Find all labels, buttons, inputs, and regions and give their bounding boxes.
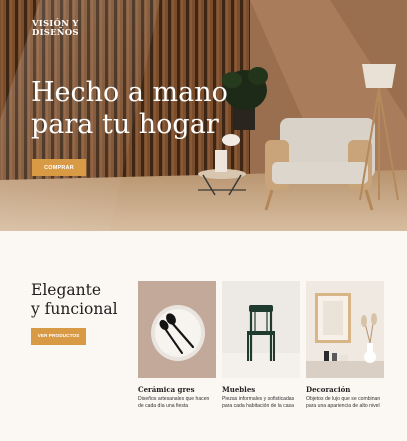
product-description-line-1: Piezas informales y sofisticadas <box>222 396 295 402</box>
product-name: Cerámica gres <box>138 385 195 394</box>
product-card-furniture[interactable]: Muebles Piezas informales y sofisticadas… <box>222 281 300 409</box>
feature-title-line-2: y funcional <box>31 300 118 318</box>
product-description-line-1: Objetos de lujo que se combinan <box>306 396 381 402</box>
product-card-ceramics[interactable]: Cerámica gres Diseños artesanales que ha… <box>138 281 216 409</box>
feature-title: Elegante y funcional <box>31 281 118 319</box>
hero-title-line-1: Hecho a mano <box>31 77 228 108</box>
product-description-line-1: Diseños artesanales que hacen <box>138 396 210 402</box>
product-description: Piezas informales y sofisticadas para ca… <box>222 396 302 410</box>
product-description-line-2: para cada habitación de la casa <box>222 403 294 409</box>
chair-icon[interactable] <box>222 281 300 378</box>
ceramic-plate-icon[interactable] <box>138 281 216 378</box>
product-description-line-2: de cada día una fiesta <box>138 403 189 409</box>
decor-frame-icon[interactable] <box>306 281 384 378</box>
product-description-line-2: para una apariencia de alto nivel <box>306 403 380 409</box>
shop-button[interactable]: COMPRAR <box>32 159 86 176</box>
brand-logo[interactable]: VISIÓN Y DISEÑOS <box>32 20 79 38</box>
feature-title-line-1: Elegante <box>31 281 101 299</box>
hero-banner: VISIÓN Y DISEÑOS Hecho a mano para tu ho… <box>0 0 407 231</box>
view-products-button[interactable]: VER PRODUCTOS <box>31 328 86 345</box>
hero-title-line-2: para tu hogar <box>31 109 219 140</box>
hero-title: Hecho a mano para tu hogar <box>31 77 228 141</box>
product-name: Decoración <box>306 385 351 394</box>
product-card-decor[interactable]: Decoración Objetos de lujo que se combin… <box>306 281 384 409</box>
product-description: Objetos de lujo que se combinan para una… <box>306 396 386 410</box>
brand-line-2: DISEÑOS <box>32 28 79 38</box>
product-name: Muebles <box>222 385 256 394</box>
product-description: Diseños artesanales que hacen de cada dí… <box>138 396 218 410</box>
